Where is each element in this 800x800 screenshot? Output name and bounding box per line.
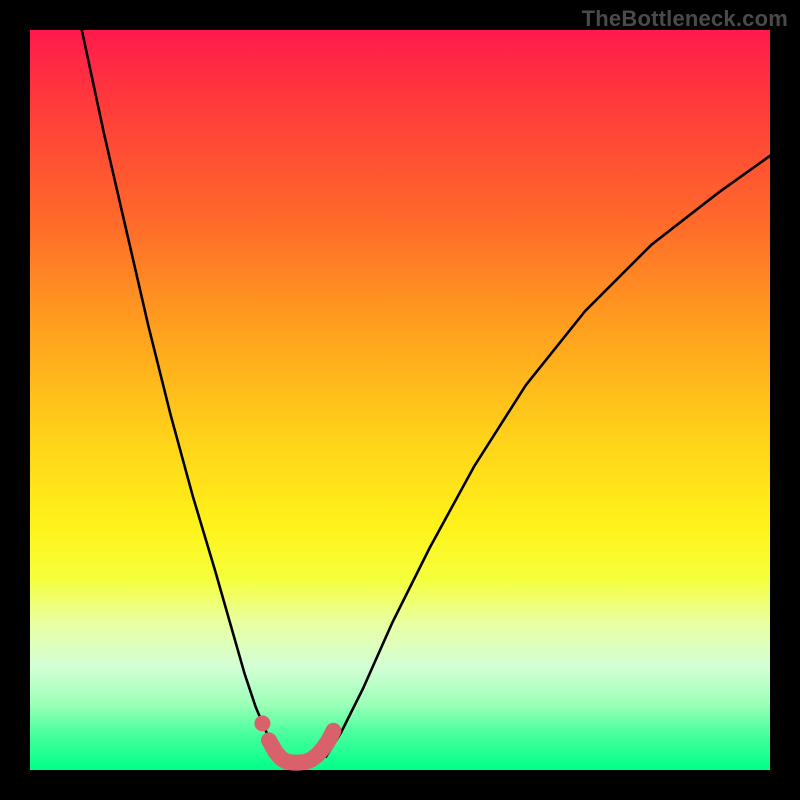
left-curve	[82, 30, 285, 759]
curve-layer	[30, 30, 770, 770]
plot-area	[30, 30, 770, 770]
watermark-text: TheBottleneck.com	[582, 6, 788, 32]
chart-frame: TheBottleneck.com	[0, 0, 800, 800]
right-curve	[326, 156, 770, 757]
accent-dot	[254, 715, 270, 731]
valley-accent	[269, 731, 333, 763]
